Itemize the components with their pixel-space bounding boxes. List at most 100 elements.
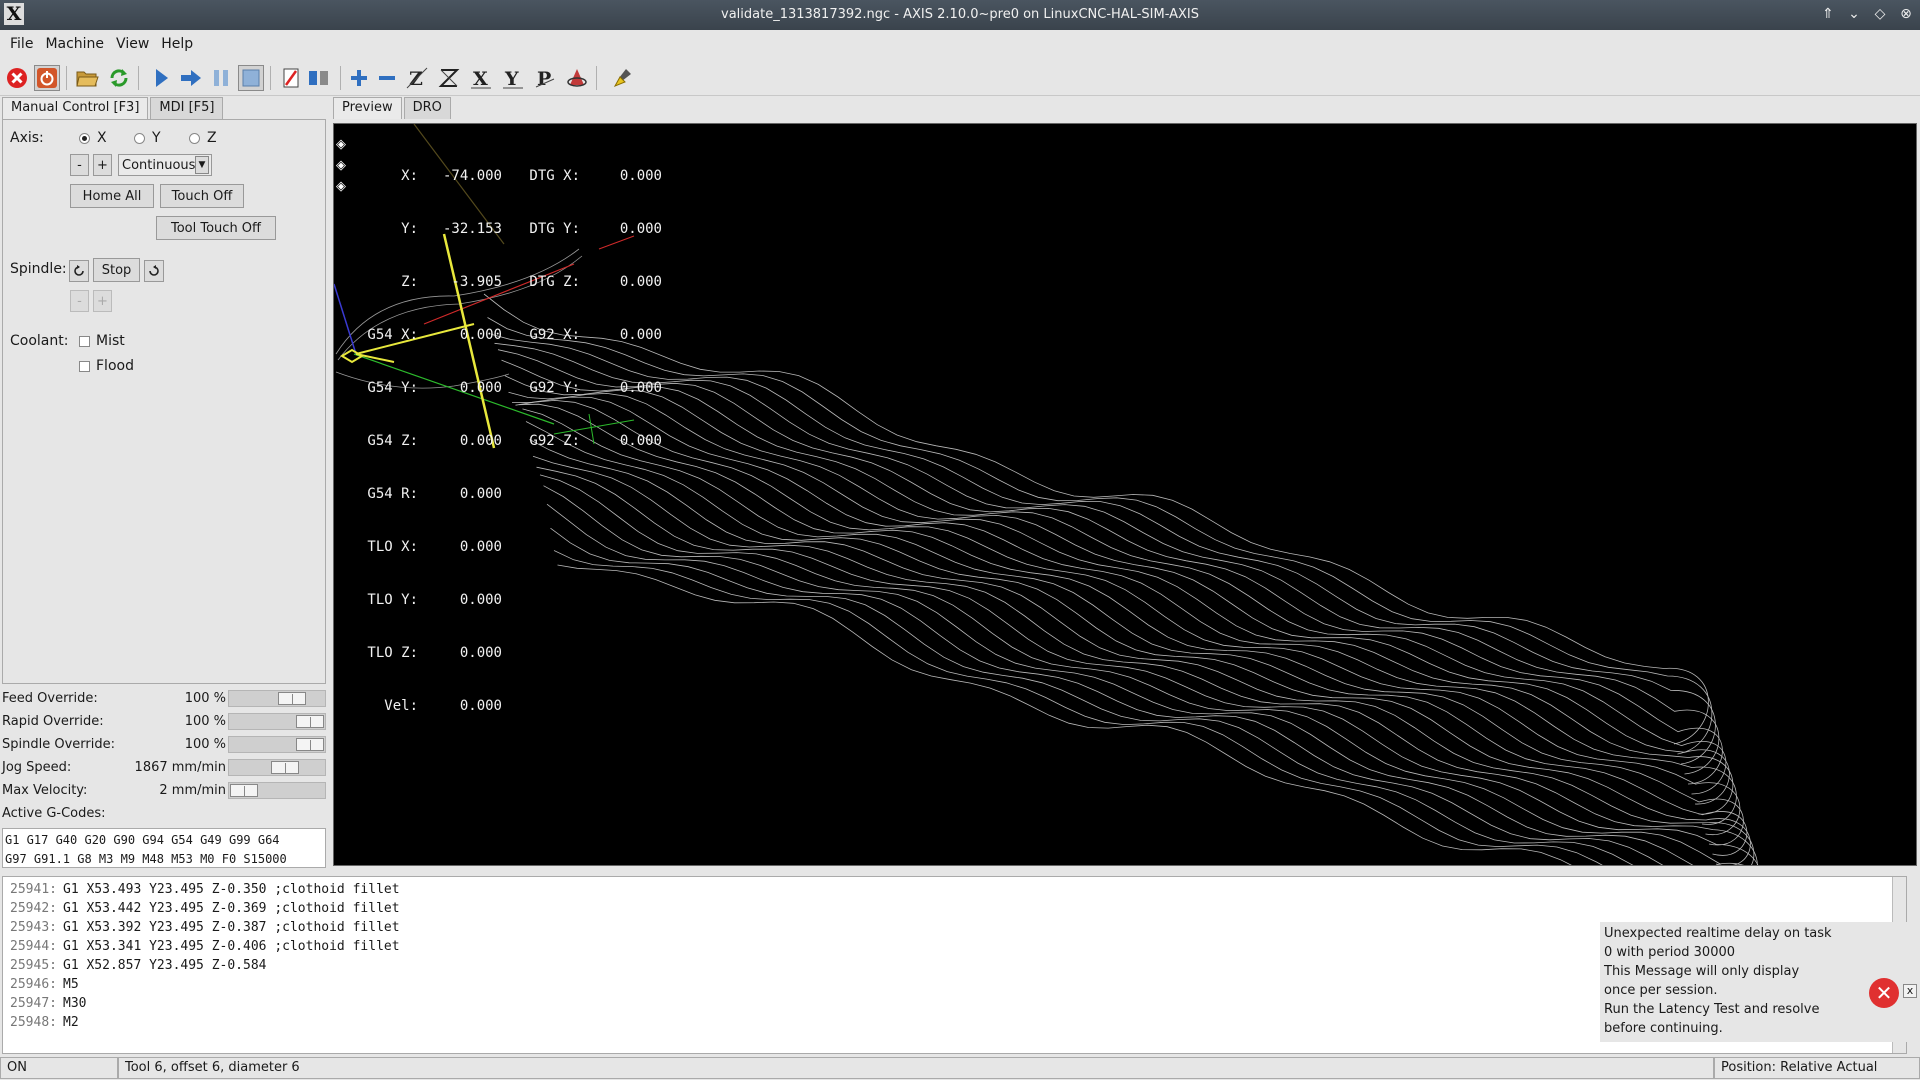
maximize-window-icon[interactable]: ◇ (1872, 4, 1888, 24)
estop-icon[interactable] (4, 65, 30, 91)
preview-tabs: Preview DRO (333, 97, 453, 119)
pause-icon[interactable] (208, 65, 234, 91)
open-file-icon[interactable] (74, 65, 100, 91)
jog-minus-button[interactable]: - (70, 154, 89, 176)
toolpath-line (543, 485, 1694, 865)
jog-mode-select[interactable]: Continuous ▼ (118, 154, 212, 176)
dro-row: G54 R: 0.000 (367, 486, 502, 502)
flood-checkbox[interactable] (79, 361, 90, 372)
dro-row: G54 Z: 0.000 G92 Z: 0.000 (367, 433, 662, 449)
spindle-minus-button[interactable]: - (70, 290, 89, 312)
feed-override-thumb[interactable] (277, 692, 306, 705)
optional-stop-icon[interactable] (306, 65, 332, 91)
clear-plot-icon[interactable] (610, 65, 636, 91)
close-window-icon[interactable]: ⊗ (1898, 4, 1914, 24)
view-x-icon[interactable]: X (468, 65, 494, 91)
zoom-out-icon[interactable] (374, 65, 400, 91)
dro-row: X: -74.000 DTG X: 0.000 (401, 168, 662, 184)
gcode-line[interactable]: 25941: G1 X53.493 Y23.495 Z-0.350 ;clotho… (3, 880, 1906, 899)
window-titlebar: X validate_1313817392.ngc - AXIS 2.10.0~… (0, 0, 1920, 30)
axis-y-label: Y (152, 130, 161, 146)
run-icon[interactable] (148, 65, 174, 91)
max-velocity-label: Max Velocity: (2, 783, 88, 798)
tab-mdi[interactable]: MDI [F5] (150, 97, 224, 119)
zoom-in-icon[interactable] (346, 65, 372, 91)
gcode-line[interactable]: 25942: G1 X53.442 Y23.495 Z-0.369 ;clotho… (3, 899, 1906, 918)
max-velocity: Max Velocity: 2 mm/min (2, 780, 326, 802)
machine-power-icon[interactable] (34, 65, 60, 91)
feed-override-value: 100 % (184, 691, 226, 706)
feed-override-slider[interactable] (228, 690, 326, 707)
jog-speed-slider[interactable] (228, 759, 326, 776)
dro-row: TLO Y: 0.000 (367, 592, 502, 608)
coolant-label: Coolant: (10, 333, 69, 349)
jog-mode-value: Continuous (122, 157, 196, 173)
menu-help[interactable]: Help (155, 36, 199, 52)
view-y-icon[interactable]: Y (500, 65, 526, 91)
active-gcodes-box[interactable]: G1 G17 G40 G20 G90 G94 G54 G49 G99 G64 G9… (2, 828, 326, 868)
block-delete-icon[interactable] (278, 65, 304, 91)
tab-preview[interactable]: Preview (333, 97, 402, 119)
spindle-plus-button[interactable]: + (93, 290, 112, 312)
preview-canvas[interactable]: ◈ ◈ ◈ X: -74.000 DTG X: 0.000 Y: -32.153 DTG … (333, 123, 1917, 866)
rapid-override-label: Rapid Override: (2, 714, 104, 729)
menu-machine[interactable]: Machine (39, 36, 110, 52)
minimize-window-icon[interactable]: ⌄ (1846, 4, 1862, 24)
spindle-override-slider[interactable] (228, 736, 326, 753)
notification-close-button[interactable]: x (1903, 984, 1917, 998)
shade-window-icon[interactable]: ⇑ (1820, 4, 1836, 24)
jog-speed-thumb[interactable] (270, 761, 299, 774)
step-icon[interactable] (178, 65, 204, 91)
spindle-cw-icon[interactable] (144, 260, 164, 282)
reload-icon[interactable] (106, 65, 132, 91)
mist-checkbox[interactable] (79, 336, 90, 347)
dro-overlay: X: -74.000 DTG X: 0.000 Y: -32.153 DTG Y: 0.00… (334, 134, 662, 749)
view-p-icon[interactable]: P (532, 65, 558, 91)
spindle-stop-button[interactable]: Stop (93, 258, 140, 282)
axis-z-radio[interactable] (189, 133, 200, 144)
dro-row: Vel: 0.000 (384, 698, 502, 714)
dro-row: TLO Z: 0.000 (367, 645, 502, 661)
toolpath-line (518, 403, 1744, 846)
rotate-icon[interactable] (564, 65, 590, 91)
view-z2-icon[interactable] (436, 65, 462, 91)
notification-text: Unexpected realtime delay on task 0 with… (1604, 924, 1834, 1038)
rapid-override-slider[interactable] (228, 713, 326, 730)
toolpath-line (483, 293, 1709, 745)
max-velocity-thumb[interactable] (230, 784, 258, 797)
axis-y-radio[interactable] (134, 133, 145, 144)
rapid-override-value: 100 % (184, 714, 226, 729)
menu-file[interactable]: File (4, 36, 39, 52)
toolpath-line (511, 396, 1737, 825)
axis-z-label: Z (207, 130, 217, 146)
axis-x-radio[interactable] (79, 133, 90, 144)
spindle-ccw-icon[interactable] (69, 260, 89, 282)
jog-speed: Jog Speed: 1867 mm/min (2, 757, 326, 779)
jog-speed-value: 1867 mm/min (134, 760, 226, 775)
error-icon: ✕ (1869, 978, 1899, 1008)
stop-icon[interactable] (238, 65, 264, 91)
notification-line: Unexpected realtime delay on task 0 with… (1604, 926, 1832, 960)
left-tabs: Manual Control [F3] MDI [F5] (2, 97, 225, 119)
jog-plus-button[interactable]: + (93, 154, 112, 176)
spindle-override-label: Spindle Override: (2, 737, 115, 752)
toolbar: Z X Y P (0, 60, 1920, 96)
tab-dro[interactable]: DRO (403, 97, 451, 119)
tool-touch-off-button[interactable]: Tool Touch Off (156, 216, 276, 240)
notification-line: This Message will only display once per … (1604, 964, 1800, 998)
feed-override: Feed Override: 100 % (2, 688, 326, 710)
max-velocity-slider[interactable] (228, 782, 326, 799)
toolpath-line (550, 527, 1634, 865)
home-all-button[interactable]: Home All (70, 184, 154, 208)
toolpath-line (546, 503, 1664, 865)
spindle-override-thumb[interactable] (296, 738, 324, 751)
touch-off-button[interactable]: Touch Off (160, 184, 244, 208)
toolpath-line (529, 439, 1755, 865)
chevron-down-icon: ▼ (195, 156, 209, 174)
dro-row: G54 X: 0.000 G92 X: 0.000 (367, 327, 662, 343)
menu-view[interactable]: View (110, 36, 155, 52)
mist-label: Mist (96, 333, 125, 349)
rapid-override-thumb[interactable] (296, 715, 324, 728)
view-z-icon[interactable]: Z (404, 65, 430, 91)
tab-manual-control[interactable]: Manual Control [F3] (2, 97, 149, 119)
